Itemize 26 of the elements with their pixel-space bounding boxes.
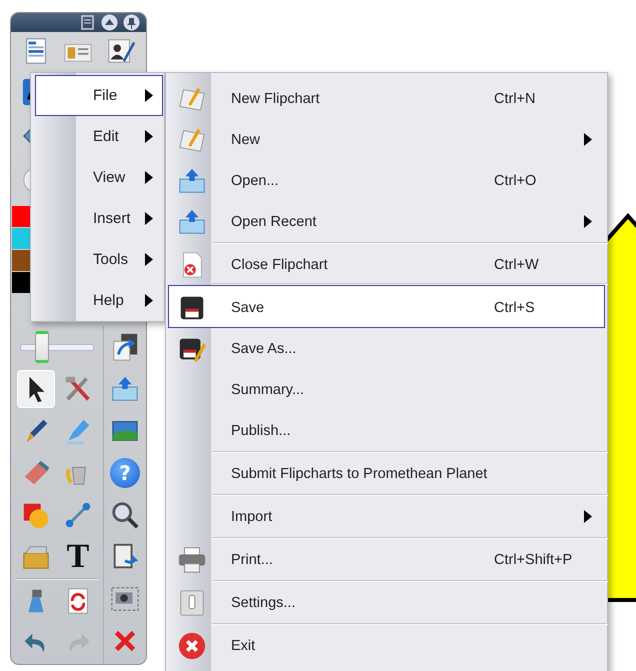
menu-item[interactable]: Import (168, 494, 605, 537)
menu-item[interactable]: New (168, 119, 605, 160)
menu-item[interactable]: Exit (168, 623, 605, 666)
menu-item[interactable]: Save As... (168, 328, 605, 369)
menu-item[interactable]: File (35, 75, 163, 116)
menu-item[interactable]: Open Recent (168, 201, 605, 242)
menu-item[interactable]: Submit Flipcharts to Promethean Planet (168, 451, 605, 494)
text-tool-button[interactable]: T (59, 538, 97, 576)
menu-item[interactable]: Insert (35, 198, 163, 239)
menu-item[interactable]: Settings... (168, 580, 605, 623)
menu-item[interactable]: New Flipchart Ctrl+N (168, 78, 605, 119)
menu-item[interactable]: Close Flipchart Ctrl+W (168, 242, 605, 285)
shortcut-text: Ctrl+O (494, 172, 538, 188)
shortcut-text: Ctrl+N (494, 90, 536, 106)
shortcut-text: Ctrl+Shift+P (494, 552, 574, 568)
menu-item[interactable]: Publish... (168, 410, 605, 451)
menu-item[interactable]: Summary... (168, 369, 605, 410)
menu-item[interactable]: Save Ctrl+S (168, 285, 605, 328)
menu-item[interactable]: Edit (35, 116, 163, 157)
menu-item[interactable]: Tools (35, 239, 163, 280)
menu-item[interactable]: Help (35, 280, 163, 321)
shortcut-text: Ctrl+S (494, 300, 536, 316)
shortcut-text: Ctrl+W (494, 256, 540, 272)
menu-item[interactable]: Print... Ctrl+Shift+P (168, 537, 605, 580)
menu-item[interactable]: View (35, 157, 163, 198)
menu-item[interactable]: Open... Ctrl+O (168, 160, 605, 201)
